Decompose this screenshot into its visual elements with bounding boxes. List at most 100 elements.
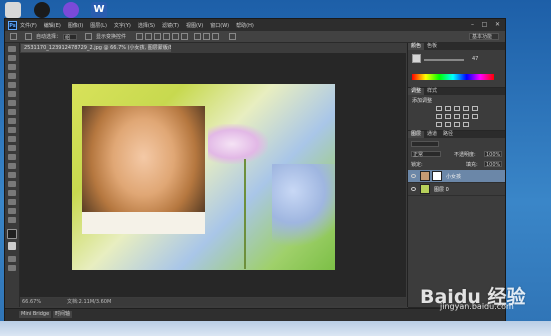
invert-icon[interactable] [436, 122, 442, 127]
clone-stamp-tool-icon[interactable] [8, 118, 16, 124]
auto-select-checkbox[interactable] [25, 33, 32, 40]
align-right-icon[interactable] [181, 33, 189, 40]
qq-icon[interactable] [34, 2, 50, 18]
menu-type[interactable]: 文字(Y) [114, 22, 131, 29]
screen-mode-icon[interactable] [8, 265, 16, 271]
zoom-level[interactable]: 66.67% [22, 298, 41, 306]
tab-swatches[interactable]: 色板 [424, 43, 440, 50]
layer-row-layer0[interactable]: 图层 0 [408, 183, 505, 196]
menu-window[interactable]: 窗口(W) [210, 22, 229, 29]
tab-paths[interactable]: 路径 [440, 131, 456, 138]
levels-icon[interactable] [445, 106, 451, 111]
word-icon[interactable]: W [91, 2, 107, 18]
desktop-app-icon-1[interactable] [5, 2, 21, 18]
layer-thumbnail [420, 171, 430, 181]
menu-filter[interactable]: 滤镜(T) [162, 22, 179, 29]
eraser-tool-icon[interactable] [8, 136, 16, 142]
photo-filter-icon[interactable] [463, 114, 469, 119]
marquee-tool-icon[interactable] [8, 55, 16, 61]
quick-mask-icon[interactable] [8, 256, 16, 262]
foreground-color-swatch[interactable] [7, 229, 17, 239]
canvas-area[interactable] [20, 53, 406, 297]
eyedropper-tool-icon[interactable] [8, 91, 16, 97]
layer-mask-thumbnail[interactable] [432, 171, 442, 181]
auto-select-dropdown[interactable]: 组 [63, 33, 78, 41]
black-white-icon[interactable] [454, 114, 460, 119]
menu-help[interactable]: 帮助(H) [236, 22, 254, 29]
history-brush-tool-icon[interactable] [8, 127, 16, 133]
layer-filter-dropdown[interactable] [411, 141, 439, 147]
fill-field[interactable]: 100% [484, 161, 502, 168]
quick-select-tool-icon[interactable] [8, 73, 16, 79]
align-left-icon[interactable] [163, 33, 171, 40]
eye-icon[interactable] [411, 174, 416, 178]
path-select-tool-icon[interactable] [8, 190, 16, 196]
opacity-field[interactable]: 100% [484, 151, 502, 158]
shape-tool-icon[interactable] [8, 199, 16, 205]
exposure-icon[interactable] [463, 106, 469, 111]
distribute-icon-3[interactable] [212, 33, 220, 40]
minimize-button[interactable]: – [467, 20, 478, 29]
tab-adjustments[interactable]: 调整 [408, 88, 425, 95]
color-balance-icon[interactable] [445, 114, 451, 119]
distribute-icon-2[interactable] [203, 33, 211, 40]
menu-view[interactable]: 视图(V) [186, 22, 203, 29]
brightness-icon[interactable] [436, 106, 442, 111]
menu-layer[interactable]: 图层(L) [90, 22, 107, 29]
foreground-color-swatch[interactable] [412, 54, 421, 63]
vibrance-icon[interactable] [472, 106, 478, 111]
eye-icon[interactable] [411, 187, 416, 191]
tab-layers[interactable]: 图层 [408, 131, 425, 138]
menu-select[interactable]: 选择(S) [138, 22, 155, 29]
align-top-icon[interactable] [136, 33, 144, 40]
gradient-tool-icon[interactable] [8, 145, 16, 151]
purple-app-icon[interactable] [63, 2, 79, 18]
document-tab[interactable]: 2531170_123912478729_2.jpg @ 66.7% (小女孩,… [21, 44, 171, 52]
brush-tool-icon[interactable] [8, 109, 16, 115]
close-button[interactable]: ✕ [492, 20, 503, 29]
channel-mixer-icon[interactable] [472, 114, 478, 119]
pen-tool-icon[interactable] [8, 172, 16, 178]
3d-mode-icon[interactable] [229, 33, 237, 40]
blur-tool-icon[interactable] [8, 154, 16, 160]
maximize-button[interactable]: □ [479, 20, 490, 29]
workspace-switcher[interactable]: 基本功能 [469, 33, 499, 40]
healing-tool-icon[interactable] [8, 100, 16, 106]
move-tool-icon[interactable] [10, 33, 17, 40]
blend-mode-dropdown[interactable]: 正常 [411, 151, 441, 158]
tab-styles[interactable]: 样式 [424, 88, 440, 95]
document-canvas[interactable] [72, 84, 335, 270]
color-slider[interactable] [424, 59, 464, 61]
align-middle-icon[interactable] [145, 33, 153, 40]
align-bottom-icon[interactable] [154, 33, 162, 40]
posterize-icon[interactable] [445, 122, 451, 127]
crop-tool-icon[interactable] [8, 82, 16, 88]
menu-image[interactable]: 图像(I) [68, 22, 83, 29]
align-center-icon[interactable] [172, 33, 180, 40]
curves-icon[interactable] [454, 106, 460, 111]
tab-color[interactable]: 颜色 [408, 43, 425, 50]
color-panel: 颜色 色板 47 [408, 43, 505, 88]
layer-row-girl[interactable]: 小女孩 [408, 170, 505, 183]
hand-tool-icon[interactable] [8, 208, 16, 214]
tab-mini-bridge[interactable]: Mini Bridge [19, 311, 52, 318]
hue-saturation-icon[interactable] [436, 114, 442, 119]
tab-timeline[interactable]: 时间轴 [53, 311, 73, 318]
tab-channels[interactable]: 通道 [424, 131, 440, 138]
zoom-tool-icon[interactable] [8, 217, 16, 223]
move-tool-icon[interactable] [8, 46, 16, 52]
baidu-watermark-url: jingyan.baidu.com [440, 302, 514, 311]
lasso-tool-icon[interactable] [8, 64, 16, 70]
document-size[interactable]: 文档:2.11M/3.60M [67, 298, 111, 306]
background-color-swatch[interactable] [8, 242, 16, 250]
gradient-map-icon[interactable] [463, 122, 469, 127]
layer-thumbnail [420, 184, 430, 194]
show-transform-checkbox[interactable] [85, 33, 93, 40]
menu-file[interactable]: 文件(F) [20, 22, 37, 29]
color-spectrum-bar[interactable] [412, 74, 494, 80]
type-tool-icon[interactable] [8, 181, 16, 187]
menu-edit[interactable]: 编辑(E) [44, 22, 61, 29]
distribute-icon[interactable] [194, 33, 202, 40]
threshold-icon[interactable] [454, 122, 460, 127]
dodge-tool-icon[interactable] [8, 163, 16, 169]
